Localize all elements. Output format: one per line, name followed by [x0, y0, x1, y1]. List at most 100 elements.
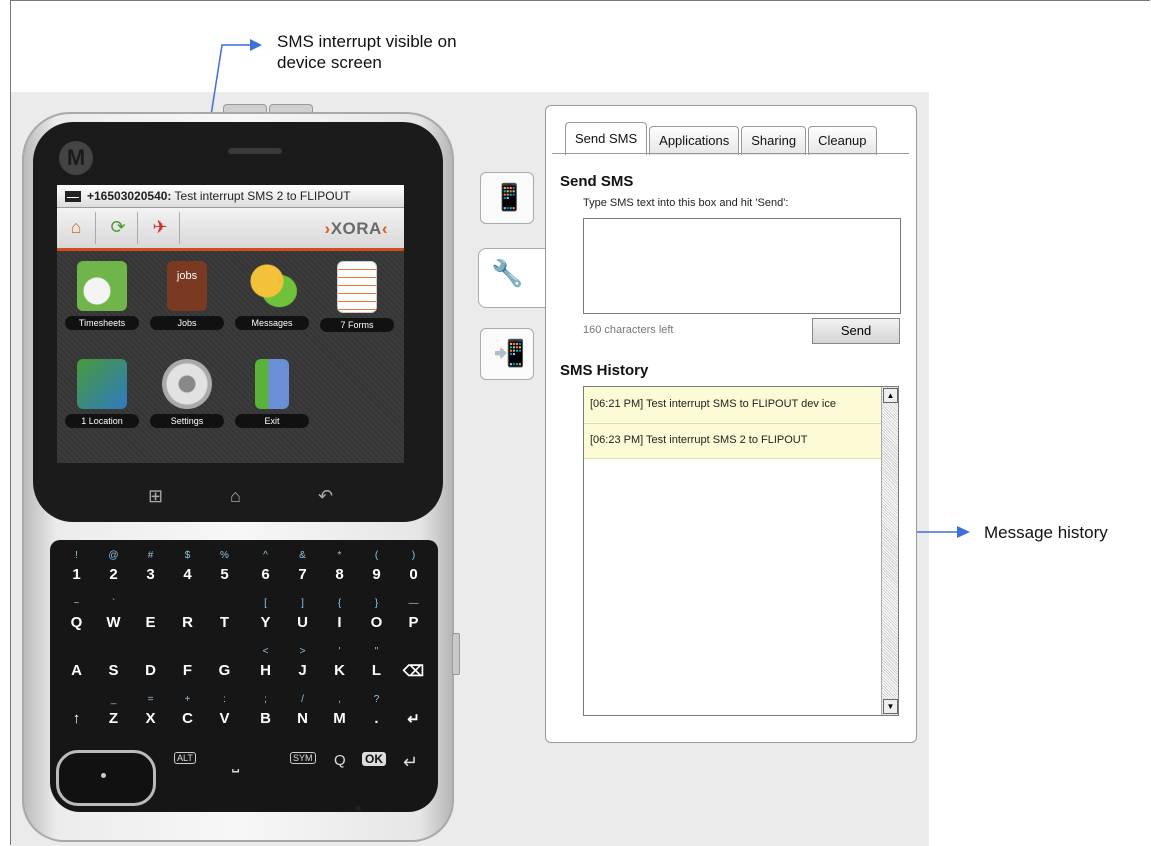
key[interactable]: ; B [247, 692, 284, 736]
key[interactable]: @2 [95, 548, 132, 592]
device-side-button[interactable] [452, 633, 460, 675]
xora-logo-text: XORA [330, 219, 382, 238]
app-label-forms: 7 Forms [320, 318, 394, 332]
key[interactable]: ! 1 [58, 548, 95, 592]
app-timesheets[interactable]: Timesheets [62, 261, 142, 330]
sync-icon[interactable]: ⟳ [105, 214, 131, 240]
key-symbol: ` [111, 598, 116, 609]
app-jobs[interactable]: jobs Jobs [147, 261, 227, 330]
tab-send-sms[interactable]: Send SMS [565, 122, 648, 155]
home-icon[interactable]: ⌂ [63, 214, 89, 240]
gps-icon[interactable]: ✈ [147, 214, 173, 240]
panel-tabs: Send SMS Applications Sharing Cleanup [565, 122, 879, 155]
space-key[interactable]: ⎵ [232, 752, 239, 773]
key[interactable]: " L [358, 644, 395, 688]
key[interactable]: {I [321, 596, 358, 640]
key[interactable]: + C [169, 692, 206, 736]
sms-text-input[interactable] [583, 218, 901, 314]
search-key[interactable]: Q [334, 752, 346, 769]
key[interactable]: ⌫ [395, 644, 432, 688]
key-symbol: = [147, 694, 154, 705]
tab-sharing[interactable]: Sharing [741, 126, 807, 155]
back-icon[interactable]: ↶ [318, 486, 333, 507]
tab-cleanup[interactable]: Cleanup [808, 126, 877, 155]
key[interactable]: ?. [358, 692, 395, 736]
key-symbol: @ [108, 550, 119, 561]
key-symbol: % [220, 550, 229, 561]
send-button[interactable]: Send [812, 318, 900, 344]
key[interactable]: & 7 [284, 548, 321, 592]
history-scrollbar[interactable]: ▲ ▼ [881, 387, 898, 715]
app-label-jobs: Jobs [150, 316, 224, 330]
history-item: [06:21 PM] Test interrupt SMS to FLIPOUT… [584, 387, 881, 424]
dpad-control[interactable] [56, 750, 156, 806]
key[interactable]: * 8 [321, 548, 358, 592]
key[interactable]: (9 [358, 548, 395, 592]
key[interactable]: = X [132, 692, 169, 736]
scroll-up-icon[interactable]: ▲ [883, 388, 898, 403]
key[interactable]: R [169, 596, 206, 640]
key-symbol: ? [373, 694, 380, 705]
key[interactable]: > J [284, 644, 321, 688]
key-main: . [374, 710, 379, 727]
key[interactable]: G [206, 644, 243, 688]
key[interactable]: ) 0 [395, 548, 432, 592]
key[interactable]: F [169, 644, 206, 688]
key[interactable]: — P [395, 596, 432, 640]
ok-key[interactable]: OK [362, 752, 386, 766]
history-items: [06:21 PM] Test interrupt SMS to FLIPOUT… [584, 387, 881, 459]
sidetab-tools[interactable]: 🔧 [478, 248, 549, 308]
sidetab-phone[interactable]: 📱 [480, 172, 534, 224]
key[interactable]: [Y [247, 596, 284, 640]
app-messages[interactable]: Messages [232, 261, 312, 330]
key[interactable]: } O [358, 596, 395, 640]
scroll-down-icon[interactable]: ▼ [883, 699, 898, 714]
app-forms[interactable]: 7 Forms [317, 261, 397, 332]
home-nav-icon[interactable]: ⌂ [230, 486, 241, 507]
sms-notification-bar[interactable]: +16503020540: Test interrupt SMS 2 to FL… [57, 185, 404, 208]
app-exit[interactable]: Exit [232, 359, 312, 428]
tab-applications[interactable]: Applications [649, 126, 740, 155]
key-main: N [297, 710, 308, 727]
key[interactable]: ' K [321, 644, 358, 688]
app-location[interactable]: 1 Location [62, 359, 142, 428]
key[interactable]: ~ Q [58, 596, 95, 640]
key[interactable]: ^ 6 [247, 548, 284, 592]
menu-icon[interactable]: ⊞ [148, 486, 163, 507]
key-main: X [145, 710, 156, 727]
sidetab-install[interactable]: 📲 [480, 328, 534, 380]
sym-key[interactable]: SYM [290, 752, 316, 764]
sms-history-list[interactable]: [06:21 PM] Test interrupt SMS to FLIPOUT… [583, 386, 899, 716]
key[interactable]: % 5 [206, 548, 243, 592]
key-symbol: $ [184, 550, 191, 561]
key[interactable]: $4 [169, 548, 206, 592]
callout-sms-interrupt: SMS interrupt visible on device screen [277, 31, 457, 73]
key[interactable]: #3 [132, 548, 169, 592]
key-main: D [145, 662, 156, 679]
notification-sender: +16503020540: [87, 189, 172, 203]
key[interactable]: ` W [95, 596, 132, 640]
key-symbol: ! [75, 550, 78, 561]
key[interactable]: S [95, 644, 132, 688]
keyboard-row: A S D F G < H > J ' K " L ⌫ [58, 644, 432, 688]
key-main: Z [108, 710, 119, 727]
key[interactable]: T [206, 596, 243, 640]
history-item: [06:23 PM] Test interrupt SMS 2 to FLIPO… [584, 424, 881, 459]
key[interactable]: A [58, 644, 95, 688]
app-settings[interactable]: Settings [147, 359, 227, 428]
enter-key[interactable]: ↵ [403, 752, 418, 773]
key[interactable]: / N [284, 692, 321, 736]
key[interactable]: ] U [284, 596, 321, 640]
key[interactable]: ↑ [58, 692, 95, 736]
key[interactable]: :V [206, 692, 243, 736]
device-speaker [228, 148, 282, 154]
key[interactable]: < H [247, 644, 284, 688]
key[interactable]: _ Z [95, 692, 132, 736]
device-screen[interactable]: +16503020540: Test interrupt SMS 2 to FL… [57, 185, 404, 463]
key[interactable]: E [132, 596, 169, 640]
key[interactable]: ↵ [395, 692, 432, 736]
key[interactable]: ,M [321, 692, 358, 736]
key[interactable]: D [132, 644, 169, 688]
key-main: Q [70, 614, 83, 631]
alt-key[interactable]: ALT [174, 752, 196, 764]
